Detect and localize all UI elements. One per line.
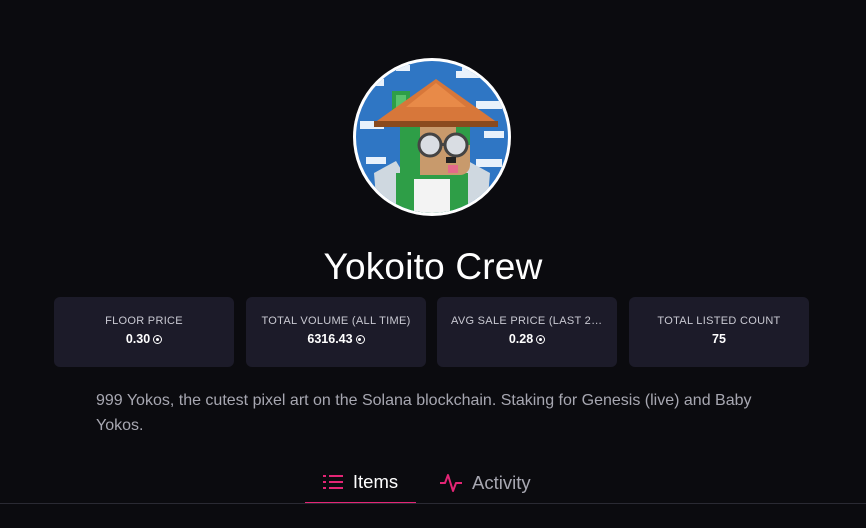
collection-title: Yokoito Crew bbox=[323, 246, 543, 287]
stat-label: AVG SALE PRICE (LAST 24H) bbox=[451, 315, 610, 327]
collection-description: 999 Yokos, the cutest pixel art on the S… bbox=[96, 392, 752, 434]
yoko-pixel-avatar-image bbox=[356, 61, 508, 213]
stat-value: 6316.43 bbox=[307, 332, 353, 346]
stat-card-total-listed-count: TOTAL LISTED COUNT 75 bbox=[629, 297, 809, 367]
stat-card-total-volume: TOTAL VOLUME (ALL TIME) 6316.43 bbox=[246, 297, 426, 367]
list-icon bbox=[322, 475, 343, 489]
solana-icon bbox=[355, 335, 365, 344]
stat-card-floor-price: FLOOR PRICE 0.30 bbox=[54, 297, 234, 367]
solana-icon bbox=[153, 335, 163, 344]
stat-card-avg-sale-price: AVG SALE PRICE (LAST 24H) 0.28 bbox=[437, 297, 617, 367]
tab-bar: Items Activity bbox=[0, 462, 866, 504]
collection-page: Yokoito Crew FLOOR PRICE 0.30 TOTAL VOLU… bbox=[0, 0, 866, 528]
stats-row: FLOOR PRICE 0.30 TOTAL VOLUME (ALL TIME)… bbox=[54, 297, 810, 367]
stat-value: 0.28 bbox=[508, 332, 534, 346]
stat-value: 75 bbox=[712, 332, 726, 346]
stat-label: FLOOR PRICE bbox=[105, 315, 183, 327]
stat-label: TOTAL LISTED COUNT bbox=[657, 315, 781, 327]
collection-avatar bbox=[353, 58, 511, 216]
stat-label: TOTAL VOLUME (ALL TIME) bbox=[261, 315, 411, 327]
stat-value: 0.30 bbox=[125, 332, 151, 346]
tab-label: Items bbox=[352, 471, 399, 492]
activity-pulse-icon bbox=[440, 474, 462, 492]
tab-items[interactable]: Items bbox=[305, 462, 416, 504]
tab-label: Activity bbox=[472, 472, 531, 493]
tab-activity[interactable]: Activity bbox=[440, 462, 550, 504]
tab-divider bbox=[0, 503, 866, 504]
solana-icon bbox=[536, 335, 546, 344]
